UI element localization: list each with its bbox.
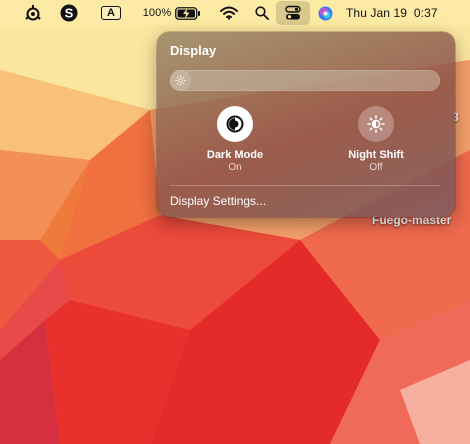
wifi-icon[interactable]	[218, 0, 240, 26]
night-shift-state: Off	[369, 162, 383, 173]
dark-mode-toggle[interactable]	[217, 106, 253, 142]
dark-mode-label: Dark Mode	[206, 149, 264, 161]
panel-title: Display	[170, 43, 217, 58]
siri-icon[interactable]	[315, 0, 335, 26]
night-shift-toggle[interactable]	[358, 106, 394, 142]
battery-percent: 100%	[142, 7, 172, 19]
night-shift-sun-icon	[367, 115, 385, 133]
brightness-sun-icon	[175, 75, 186, 86]
spotlight-search-icon[interactable]	[253, 0, 271, 26]
svg-text:S: S	[65, 6, 74, 21]
display-settings-link[interactable]: Display Settings...	[170, 194, 266, 208]
input-source-icon[interactable]: A	[99, 0, 123, 26]
night-shift-toggle-group: Night Shift Off	[321, 106, 431, 173]
night-shift-label: Night Shift	[348, 149, 404, 161]
display-panel: Display Dark Mode On Night Shift Off Dis…	[157, 32, 455, 217]
brightness-slider[interactable]	[170, 70, 440, 91]
steelseries-icon[interactable]	[22, 0, 44, 26]
menu-bar: S A 100% Thu Jan 19 0:37	[0, 0, 470, 26]
dark-mode-icon	[226, 115, 244, 133]
battery-charging-icon[interactable]	[175, 0, 201, 26]
app-s-icon[interactable]: S	[58, 0, 80, 26]
dark-mode-toggle-group: Dark Mode On	[180, 106, 290, 173]
menu-bar-clock[interactable]: Thu Jan 19 0:37	[346, 0, 458, 26]
panel-divider	[170, 185, 440, 186]
dark-mode-state: On	[228, 162, 242, 173]
control-center-icon[interactable]	[276, 1, 310, 25]
input-source-label: A	[101, 6, 121, 20]
